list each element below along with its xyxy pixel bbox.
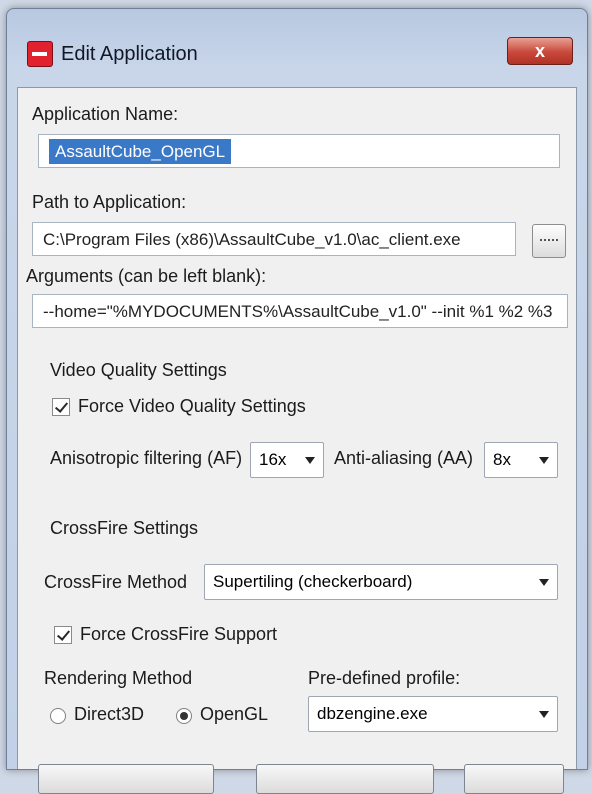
crossfire-method-select[interactable]: Supertiling (checkerboard) (204, 564, 558, 600)
arguments-label: Arguments (can be left blank): (26, 266, 267, 286)
chevron-down-icon (539, 457, 549, 464)
application-name-input[interactable]: AssaultCube_OpenGL (38, 134, 560, 168)
path-input[interactable]: C:\Program Files (x86)\AssaultCube_v1.0\… (32, 222, 516, 256)
video-quality-section-label: Video Quality Settings (50, 360, 227, 380)
title-bar[interactable]: Edit Application x (7, 9, 587, 87)
crossfire-method-value: Supertiling (checkerboard) (213, 572, 413, 591)
dialog-button-2[interactable] (256, 764, 434, 794)
force-crossfire-label: Force CrossFire Support (80, 624, 278, 644)
dialog-body: Application Name: AssaultCube_OpenGL Pat… (17, 87, 577, 794)
opengl-label: OpenGL (200, 704, 269, 724)
af-label: Anisotropic filtering (AF) (50, 448, 243, 468)
af-select-value: 16x (259, 450, 287, 469)
force-video-quality-label: Force Video Quality Settings (78, 396, 306, 416)
aa-label: Anti-aliasing (AA) (334, 448, 474, 468)
application-name-label: Application Name: (32, 104, 179, 124)
dialog-button-3[interactable] (464, 764, 564, 794)
af-select[interactable]: 16x (250, 442, 324, 478)
crossfire-section-label: CrossFire Settings (50, 518, 199, 538)
predefined-profile-select[interactable]: dbzengine.exe (308, 696, 558, 732)
close-button[interactable]: x (507, 37, 573, 65)
chevron-down-icon (539, 579, 549, 586)
browse-button[interactable] (532, 224, 566, 258)
direct3d-radio[interactable] (50, 708, 66, 724)
path-label: Path to Application: (32, 192, 187, 212)
crossfire-method-label: CrossFire Method (44, 572, 188, 592)
application-name-value: AssaultCube_OpenGL (49, 139, 232, 164)
chevron-down-icon (539, 711, 549, 718)
force-crossfire-checkbox[interactable] (54, 626, 72, 644)
opengl-radio[interactable] (176, 708, 192, 724)
chevron-down-icon (305, 457, 315, 464)
app-icon (27, 41, 53, 67)
force-video-quality-checkbox[interactable] (52, 398, 70, 416)
aa-select[interactable]: 8x (484, 442, 558, 478)
aa-select-value: 8x (493, 450, 511, 469)
edit-application-dialog: Edit Application x Application Name: Ass… (6, 8, 588, 794)
direct3d-label: Direct3D (74, 704, 145, 724)
window-title: Edit Application (61, 43, 198, 65)
predefined-profile-label: Pre-defined profile: (308, 668, 461, 688)
arguments-input[interactable]: --home="%MYDOCUMENTS%\AssaultCube_v1.0" … (32, 294, 568, 328)
dialog-button-1[interactable] (38, 764, 214, 794)
rendering-method-label: Rendering Method (44, 668, 193, 688)
predefined-profile-value: dbzengine.exe (317, 704, 428, 723)
ellipsis-icon (540, 239, 558, 245)
